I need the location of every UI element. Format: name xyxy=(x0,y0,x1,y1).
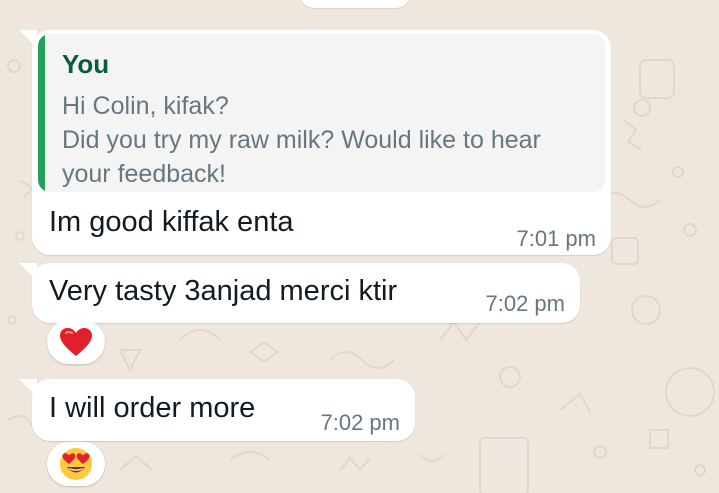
quoted-author: You xyxy=(62,49,110,79)
incoming-message-bubble[interactable]: I will order more 7:02 pm xyxy=(19,379,415,441)
quote-accent-bar xyxy=(38,34,45,192)
heart-eyes-face-icon xyxy=(60,448,92,480)
message-timestamp: 7:02 pm xyxy=(485,291,566,316)
previous-message-bubble xyxy=(300,0,410,8)
quoted-message-text: Hi Colin, kifak? Did you try my raw milk… xyxy=(62,92,541,188)
message-timestamp: 7:01 pm xyxy=(516,226,597,251)
red-heart-icon xyxy=(60,328,92,356)
quoted-reply[interactable]: You Hi Colin, kifak? Did you try my raw … xyxy=(38,34,605,192)
message-text: Very tasty 3anjad merci ktir xyxy=(49,275,398,307)
message-text: I will order more xyxy=(49,392,256,424)
message-reaction[interactable] xyxy=(47,320,105,364)
message-text: Im good kiffak enta xyxy=(49,206,294,238)
message-reaction[interactable] xyxy=(47,442,105,486)
incoming-message-bubble[interactable]: Very tasty 3anjad merci ktir 7:02 pm xyxy=(19,263,580,323)
incoming-message-bubble[interactable]: You Hi Colin, kifak? Did you try my raw … xyxy=(19,30,611,255)
chat-area[interactable]: You Hi Colin, kifak? Did you try my raw … xyxy=(0,0,719,493)
message-timestamp: 7:02 pm xyxy=(320,410,401,435)
